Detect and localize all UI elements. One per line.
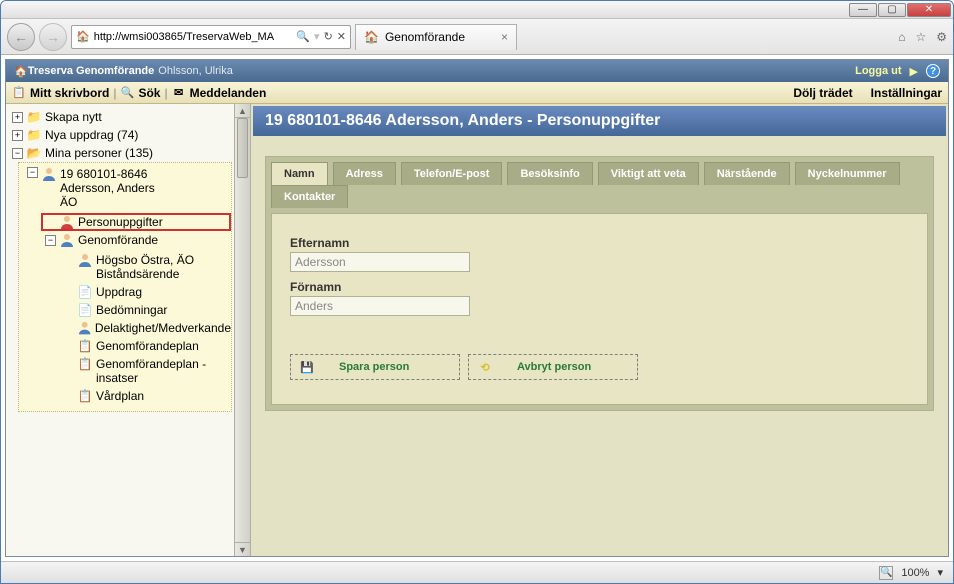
back-button[interactable]: ←: [7, 23, 35, 51]
collapse-icon[interactable]: −: [12, 148, 23, 159]
maximize-button[interactable]: ▢: [878, 3, 906, 17]
lastname-field[interactable]: [290, 252, 470, 272]
save-icon: 💾: [299, 359, 315, 375]
expand-icon[interactable]: +: [12, 112, 23, 123]
tab-besoksinfo[interactable]: Besöksinfo: [507, 162, 592, 185]
scroll-down-icon[interactable]: ▼: [235, 542, 250, 556]
folder-icon: 📁: [26, 128, 42, 142]
person-icon: [59, 233, 75, 247]
tab-narstaende[interactable]: Närstående: [704, 162, 790, 185]
status-bar: 🔍 100% ▾: [1, 561, 953, 583]
url-bar[interactable]: 🏠 http://wmsi003865/TreservaWeb_MA 🔍 ▾ ↻…: [71, 25, 351, 49]
app-user: Ohlsson, Ulrika: [158, 65, 233, 77]
scroll-thumb[interactable]: [237, 118, 248, 178]
list-icon: 📋: [77, 389, 93, 403]
logout-link[interactable]: Logga ut: [855, 65, 901, 77]
form-area: Efternamn Förnamn 💾 Spara person ⟲: [271, 213, 928, 405]
document-icon: 📄: [77, 285, 93, 299]
zoom-reset-icon[interactable]: 🔍: [879, 566, 893, 580]
app-logo-icon: 🏠: [14, 65, 28, 78]
expand-icon[interactable]: +: [12, 130, 23, 141]
cancel-button[interactable]: ⟲ Avbryt person: [468, 354, 638, 380]
browser-toolbar: ← → 🏠 http://wmsi003865/TreservaWeb_MA 🔍…: [1, 19, 953, 55]
person-icon: [77, 253, 93, 267]
tree-node-skapa-nytt[interactable]: + 📁 Skapa nytt: [8, 108, 232, 126]
zoom-dropdown-icon[interactable]: ▾: [937, 566, 943, 579]
tree-node-uppdrag[interactable]: 📄 Uppdrag: [59, 283, 231, 301]
toolbar-hide-tree[interactable]: Dölj trädet: [793, 86, 852, 100]
refresh-icon[interactable]: ↻: [324, 30, 333, 43]
app-header: 🏠 Treserva Genomförande Ohlsson, Ulrika …: [6, 60, 948, 82]
tab-title: Genomförande: [385, 30, 465, 44]
stop-icon[interactable]: ✕: [337, 30, 346, 43]
help-icon[interactable]: ?: [926, 64, 940, 78]
collapse-icon[interactable]: −: [27, 167, 38, 178]
tree-panel: + 📁 Skapa nytt + 📁 Nya uppdrag (74) − 📂 …: [6, 104, 234, 556]
toolbar-desk[interactable]: Mitt skrivbord: [30, 86, 109, 100]
person-icon: [41, 167, 57, 181]
tree-node-vardplan[interactable]: 📋 Vårdplan: [59, 387, 231, 405]
tab-namn[interactable]: Namn: [271, 162, 328, 185]
tab-viktigt[interactable]: Viktigt att veta: [598, 162, 699, 185]
toolbar-settings[interactable]: Inställningar: [871, 86, 942, 100]
collapse-icon[interactable]: −: [45, 235, 56, 246]
tab-adress[interactable]: Adress: [333, 162, 396, 185]
app-title: Treserva Genomförande: [28, 65, 155, 77]
url-text: http://wmsi003865/TreservaWeb_MA: [94, 31, 274, 43]
favorites-icon[interactable]: ☆: [915, 30, 926, 44]
page-title: 19 680101-8646 Adersson, Anders - Person…: [253, 106, 946, 136]
tree-scrollbar[interactable]: ▲ ▼: [234, 104, 250, 556]
minimize-button[interactable]: —: [849, 3, 877, 17]
tree-node-nya-uppdrag[interactable]: + 📁 Nya uppdrag (74): [8, 126, 232, 144]
tree-node-bedomningar[interactable]: 📄 Bedömningar: [59, 301, 231, 319]
firstname-label: Förnamn: [290, 280, 909, 294]
tree-node-gplan[interactable]: 📋 Genomförandeplan: [59, 337, 231, 355]
gear-icon[interactable]: ⚙: [936, 30, 947, 44]
list-icon: 📋: [77, 339, 93, 353]
toolbar-search[interactable]: Sök: [138, 86, 160, 100]
tree-node-genomforande[interactable]: − Genomförande: [41, 231, 231, 249]
tab-panel: Namn Adress Telefon/E-post Besöksinfo Vi…: [265, 156, 934, 411]
list-icon: 📋: [77, 357, 93, 371]
close-button[interactable]: ✕: [907, 3, 951, 17]
desk-icon: 📋: [12, 86, 26, 100]
tab-icon: 🏠: [364, 30, 379, 44]
search-icon[interactable]: 🔍: [296, 30, 310, 43]
tree-node-person[interactable]: − 19 680101-8646 Adersson, Anders ÄO: [23, 165, 231, 211]
undo-icon: ⟲: [477, 359, 493, 375]
save-button[interactable]: 💾 Spara person: [290, 354, 460, 380]
site-icon: 🏠: [76, 30, 90, 43]
lastname-label: Efternamn: [290, 236, 909, 250]
scroll-up-icon[interactable]: ▲: [235, 104, 250, 118]
tab-close-icon[interactable]: ×: [501, 30, 508, 44]
tab-telefon[interactable]: Telefon/E-post: [401, 162, 503, 185]
logout-arrow-icon: ▶: [910, 65, 918, 78]
tree-node-delaktighet[interactable]: Delaktighet/Medverkande: [59, 319, 231, 337]
tab-kontakter[interactable]: Kontakter: [271, 185, 348, 208]
document-icon: 📄: [77, 303, 93, 317]
tree-node-gplan-insatser[interactable]: 📋 Genomförandeplan -insatser: [59, 355, 231, 387]
app-toolbar: 📋 Mitt skrivbord | 🔍 Sök | ✉ Meddelanden…: [6, 82, 948, 104]
folder-open-icon: 📂: [26, 146, 42, 160]
forward-button[interactable]: →: [39, 23, 67, 51]
home-icon[interactable]: ⌂: [898, 30, 905, 44]
tree-node-bistand[interactable]: Högsbo Östra, ÄOBiståndsärende: [59, 251, 231, 283]
firstname-field[interactable]: [290, 296, 470, 316]
zoom-value: 100%: [901, 567, 929, 579]
tab-nyckelnummer[interactable]: Nyckelnummer: [795, 162, 900, 185]
tree-node-mina-personer[interactable]: − 📂 Mina personer (135): [8, 144, 232, 162]
folder-icon: 📁: [26, 110, 42, 124]
person-red-icon: [59, 215, 75, 229]
tree-node-personuppgifter[interactable]: Personuppgifter: [41, 213, 231, 231]
search-tool-icon: 🔍: [120, 86, 134, 100]
window-titlebar: — ▢ ✕: [1, 1, 953, 19]
browser-tab[interactable]: 🏠 Genomförande ×: [355, 24, 517, 50]
person-icon: [77, 321, 92, 335]
toolbar-messages[interactable]: Meddelanden: [190, 86, 267, 100]
messages-icon: ✉: [172, 86, 186, 100]
